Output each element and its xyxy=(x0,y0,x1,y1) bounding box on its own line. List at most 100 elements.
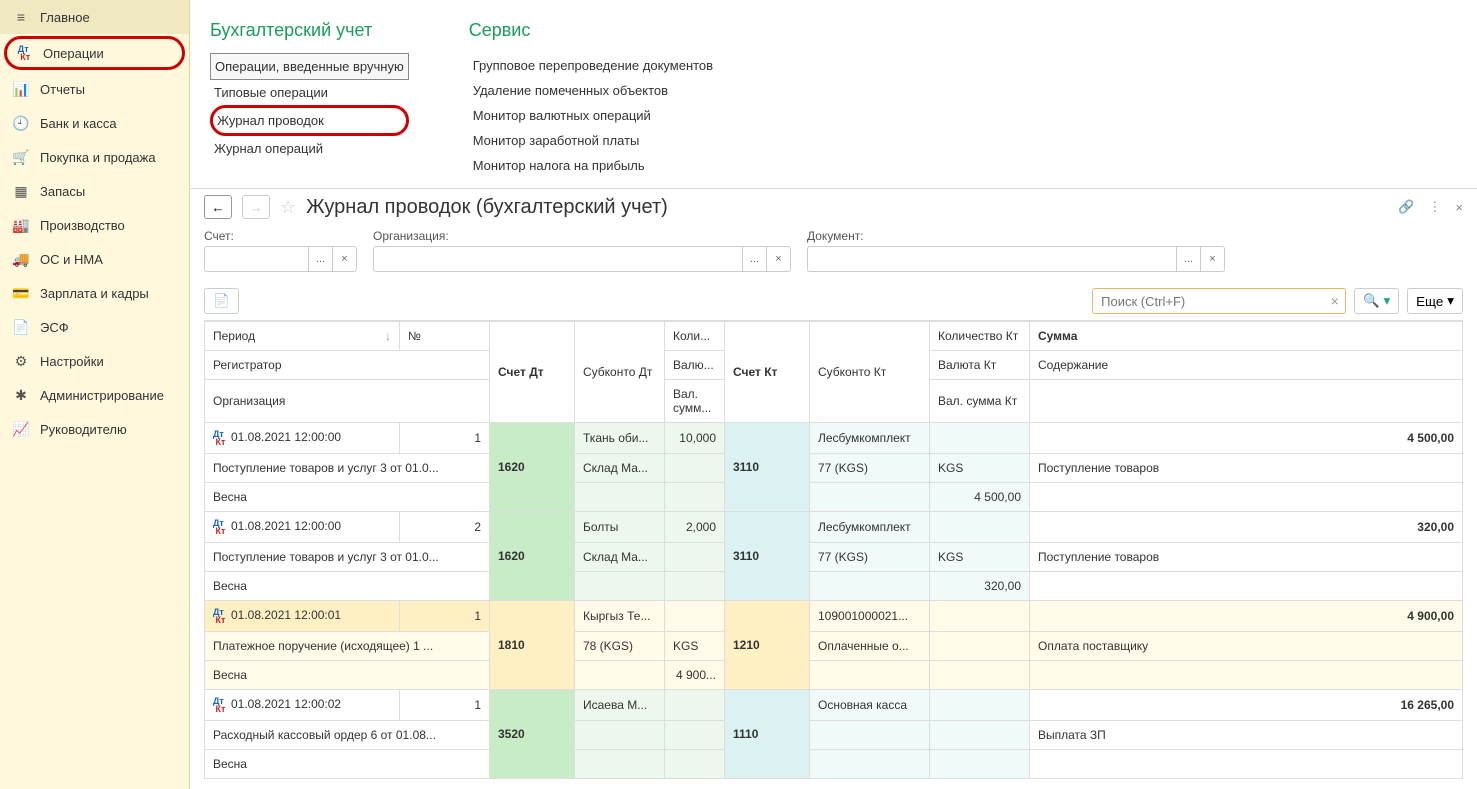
more-icon[interactable]: ⋮ xyxy=(1428,199,1441,215)
favorite-icon[interactable]: ☆ xyxy=(280,197,296,218)
filter-org-input[interactable] xyxy=(373,246,743,272)
th-qty[interactable]: Коли... xyxy=(665,322,725,351)
th-num[interactable]: № xyxy=(400,322,490,351)
submenu-link-2-0[interactable]: Групповое перепроведение документов xyxy=(469,53,717,78)
link-icon[interactable]: 🔗 xyxy=(1398,199,1414,215)
cell-sum: 4 900,00 xyxy=(1030,601,1463,632)
cell-subdt1: Ткань оби... xyxy=(575,423,665,454)
cell-qty: 10,000 xyxy=(665,423,725,454)
sidebar-item-manager[interactable]: 📈Руководителю xyxy=(0,412,189,446)
filters: Счет: ... × Организация: ... × Документ: xyxy=(190,225,1477,282)
submenu-link-2-1[interactable]: Удаление помеченных объектов xyxy=(469,78,717,103)
submenu-link-1-1[interactable]: Типовые операции xyxy=(210,80,409,105)
close-icon[interactable]: × xyxy=(1455,200,1463,215)
sidebar-item-admin[interactable]: ✱Администрирование xyxy=(0,378,189,412)
th-accdt[interactable]: Счет Дт xyxy=(490,322,575,423)
th-period[interactable]: Период↓ xyxy=(205,322,400,351)
cell-valdt xyxy=(665,454,725,483)
forward-button[interactable]: → xyxy=(242,195,270,219)
table-row[interactable]: Дт Кт01.08.2021 12:00:0111810Кыргыз Те..… xyxy=(205,601,1463,632)
sidebar-item-settings[interactable]: ⚙Настройки xyxy=(0,344,189,378)
cell-valsumkt: 4 500,00 xyxy=(930,483,1030,512)
table-row[interactable]: Весна4 900... xyxy=(205,661,1463,690)
submenu-link-2-4[interactable]: Монитор налога на прибыль xyxy=(469,153,717,178)
dtk-icon: Дт Кт xyxy=(213,519,227,535)
table-wrap[interactable]: Период↓ № Счет Дт Субконто Дт Коли... Сч… xyxy=(204,320,1463,789)
sidebar-item-operations[interactable]: Дт КтОперации xyxy=(4,36,185,70)
table-row[interactable]: Дт Кт01.08.2021 12:00:0011620Ткань оби..… xyxy=(205,423,1463,454)
sidebar-item-reports[interactable]: 📊Отчеты xyxy=(0,72,189,106)
cell-qty xyxy=(665,690,725,721)
filter-org-clear-button[interactable]: × xyxy=(767,246,791,272)
table-row[interactable]: Поступление товаров и услуг 3 от 01.0...… xyxy=(205,454,1463,483)
cell-subkt3 xyxy=(810,661,930,690)
sidebar-item-stock[interactable]: ▦Запасы xyxy=(0,174,189,208)
filter-account-input[interactable] xyxy=(204,246,309,272)
sidebar-item-label: Покупка и продажа xyxy=(40,150,156,165)
cell-valkt: KGS xyxy=(930,454,1030,483)
sidebar-item-esf[interactable]: 📄ЭСФ xyxy=(0,310,189,344)
sidebar-item-label: Администрирование xyxy=(40,388,164,403)
submenu-link-1-0[interactable]: Операции, введенные вручную xyxy=(210,53,409,80)
cell-subkt1: Лесбумкомплект xyxy=(810,423,930,454)
submenu-link-2-3[interactable]: Монитор заработной платы xyxy=(469,128,717,153)
table-row[interactable]: Расходный кассовый ордер 6 от 01.08...Вы… xyxy=(205,721,1463,750)
cell-subdt2 xyxy=(575,721,665,750)
reports-icon: 📊 xyxy=(12,80,30,98)
th-subkt[interactable]: Субконто Кт xyxy=(810,322,930,423)
th-valdt[interactable]: Валю... xyxy=(665,351,725,380)
sidebar-item-label: Запасы xyxy=(40,184,85,199)
submenu-link-2-2[interactable]: Монитор валютных операций xyxy=(469,103,717,128)
filter-account-select-button[interactable]: ... xyxy=(309,246,333,272)
more-button[interactable]: Еще ▾ xyxy=(1407,288,1463,314)
operations-icon: Дт Кт xyxy=(15,44,33,62)
sidebar-item-label: Руководителю xyxy=(40,422,127,437)
th-registrar[interactable]: Регистратор xyxy=(205,351,490,380)
filter-doc-input[interactable] xyxy=(807,246,1177,272)
table-row[interactable]: Весна320,00 xyxy=(205,572,1463,601)
sidebar-item-salary[interactable]: 💳Зарплата и кадры xyxy=(0,276,189,310)
filter-account-clear-button[interactable]: × xyxy=(333,246,357,272)
table-row[interactable]: Весна4 500,00 xyxy=(205,483,1463,512)
submenu-link-1-2[interactable]: Журнал проводок xyxy=(210,105,409,136)
search-input[interactable] xyxy=(1092,288,1332,314)
th-valsumdt[interactable]: Вал. сумм... xyxy=(665,380,725,423)
submenu: Бухгалтерский учет Операции, введенные в… xyxy=(190,0,1477,188)
cell-valdt xyxy=(665,721,725,750)
table-row[interactable]: Весна xyxy=(205,750,1463,779)
submenu-title-service: Сервис xyxy=(469,20,717,41)
table-row[interactable]: Платежное поручение (исходящее) 1 ...78 … xyxy=(205,632,1463,661)
cell-acckt: 3110 xyxy=(725,423,810,512)
sidebar-item-bank[interactable]: 🕘Банк и касса xyxy=(0,106,189,140)
submenu-link-1-3[interactable]: Журнал операций xyxy=(210,136,409,161)
purchase-icon: 🛒 xyxy=(12,148,30,166)
th-qtykt[interactable]: Количество Кт xyxy=(930,322,1030,351)
filter-doc-clear-button[interactable]: × xyxy=(1201,246,1225,272)
sidebar-item-production[interactable]: 🏭Производство xyxy=(0,208,189,242)
table-row[interactable]: Дт Кт01.08.2021 12:00:0213520Исаева М...… xyxy=(205,690,1463,721)
table-row[interactable]: Поступление товаров и услуг 3 от 01.0...… xyxy=(205,543,1463,572)
table-row[interactable]: Дт Кт01.08.2021 12:00:0021620Болты2,0003… xyxy=(205,512,1463,543)
table-header: Период↓ № Счет Дт Субконто Дт Коли... Сч… xyxy=(205,322,1463,423)
th-descr[interactable]: Содержание xyxy=(1030,351,1463,380)
cell-descr: Поступление товаров xyxy=(1030,454,1463,483)
filter-doc-select-button[interactable]: ... xyxy=(1177,246,1201,272)
th-valkt[interactable]: Валюта Кт xyxy=(930,351,1030,380)
sidebar-item-assets[interactable]: 🚚ОС и НМА xyxy=(0,242,189,276)
cell-org: Весна xyxy=(205,661,490,690)
th-sum[interactable]: Сумма xyxy=(1030,322,1463,351)
open-document-button[interactable]: 📄 xyxy=(204,288,239,314)
sidebar-item-main[interactable]: ≡Главное xyxy=(0,0,189,34)
th-valsumkt[interactable]: Вал. сумма Кт xyxy=(930,380,1030,423)
th-org[interactable]: Организация xyxy=(205,380,490,423)
salary-icon: 💳 xyxy=(12,284,30,302)
search-button[interactable]: 🔍 ▾ xyxy=(1354,288,1399,314)
th-subdt[interactable]: Субконто Дт xyxy=(575,322,665,423)
cell-subdt2: Склад Ма... xyxy=(575,543,665,572)
sidebar-item-purchase[interactable]: 🛒 Покупка и продажа xyxy=(0,140,189,174)
search-clear-button[interactable]: × xyxy=(1324,288,1346,314)
back-button[interactable]: ← xyxy=(204,195,232,219)
cell-descr: Выплата ЗП xyxy=(1030,721,1463,750)
filter-org-select-button[interactable]: ... xyxy=(743,246,767,272)
th-acckt[interactable]: Счет Кт xyxy=(725,322,810,423)
